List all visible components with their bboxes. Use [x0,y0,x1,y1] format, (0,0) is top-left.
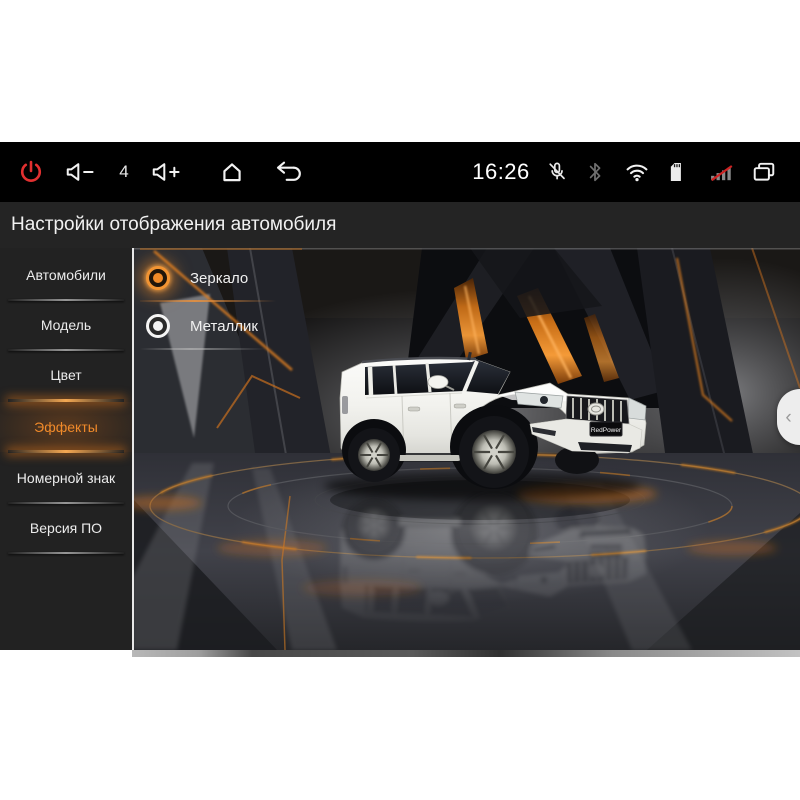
recent-apps-icon[interactable] [748,142,780,202]
option-divider [140,348,266,350]
option-divider [140,300,276,302]
home-icon[interactable] [217,142,247,202]
showroom-view[interactable]: RedPower Зеркало Металлик [132,248,800,650]
car-badge: RedPower [591,427,622,434]
volume-down-icon[interactable] [62,142,102,202]
page-title: Настройки отображения автомобиля [0,202,800,248]
wifi-icon [622,142,652,202]
mic-muted-icon [544,142,570,202]
volume-up-icon[interactable] [148,142,188,202]
option-label: Зеркало [190,270,248,287]
status-bar: 4 16:26 [0,142,800,202]
option-mirror[interactable]: Зеркало [146,264,248,292]
bluetooth-icon [586,142,604,202]
sidebar-item-color[interactable]: Цвет [0,350,132,400]
sidebar-item-effects[interactable]: Эффекты [0,402,132,452]
option-label: Металлик [190,318,258,335]
sidebar-item-cars[interactable]: Автомобили [0,250,132,300]
head-unit-screen: 4 16:26 [0,0,800,800]
sidebar: Автомобили Модель Цвет Эффекты Номерной … [0,248,132,650]
floor-edge [132,650,800,657]
showroom-scene: RedPower [132,248,800,650]
radio-selected-icon[interactable] [146,266,170,290]
option-metallic[interactable]: Металлик [146,312,258,340]
sidebar-item-model[interactable]: Модель [0,300,132,350]
chevron-left-icon: ‹ [785,408,791,427]
radio-unselected-icon[interactable] [146,314,170,338]
sidebar-divider [8,552,124,554]
no-signal-icon [706,142,738,202]
sidebar-item-plate[interactable]: Номерной знак [0,453,132,503]
volume-level: 4 [112,142,136,202]
sd-card-icon [665,142,685,202]
back-icon[interactable] [266,142,302,202]
panel-separator [132,248,134,650]
power-icon[interactable] [17,142,45,202]
sidebar-item-software[interactable]: Версия ПО [0,503,132,553]
clock: 16:26 [468,142,534,202]
